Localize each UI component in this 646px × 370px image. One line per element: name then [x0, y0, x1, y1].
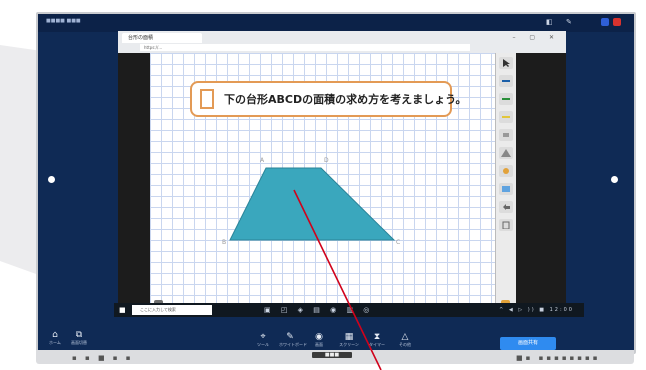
pointer-line — [293, 189, 382, 370]
